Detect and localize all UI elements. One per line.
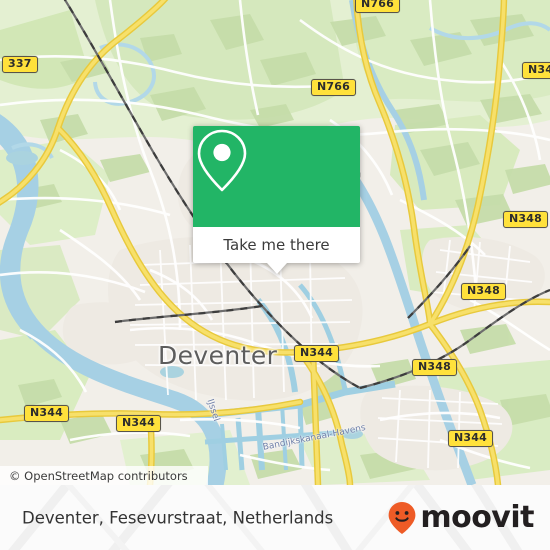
- route-shield-n344-c[interactable]: N344: [294, 345, 339, 362]
- route-shield-n348-se[interactable]: N348: [461, 283, 506, 300]
- take-me-there-label: Take me there: [223, 236, 330, 254]
- moovit-smile-pin-icon: [388, 501, 416, 534]
- route-shield-337[interactable]: 337: [2, 56, 38, 73]
- route-shield-n344-s[interactable]: N344: [116, 415, 161, 432]
- moovit-map-screen: Deventer IJssel Bandijkskanaal-Havens g …: [0, 0, 550, 550]
- route-shield-n348-e[interactable]: N348: [503, 211, 548, 228]
- popup-pointer-tail: [266, 263, 287, 274]
- route-shield-n348-s[interactable]: N348: [412, 359, 457, 376]
- footer-bar: Deventer, Fesevurstraat, Netherlands moo…: [0, 485, 550, 550]
- location-title: Deventer, Fesevurstraat, Netherlands: [22, 508, 334, 527]
- map-canvas[interactable]: Deventer IJssel Bandijkskanaal-Havens g …: [0, 0, 550, 485]
- location-popup-card[interactable]: Take me there: [193, 126, 360, 274]
- attribution-text: © OpenStreetMap contributors: [9, 468, 188, 483]
- route-shield-n344-w[interactable]: N344: [24, 405, 69, 422]
- location-pin-icon: [197, 129, 247, 192]
- moovit-logo[interactable]: moovit: [387, 501, 534, 535]
- map-attribution: © OpenStreetMap contributors: [0, 466, 208, 485]
- route-shield-n766-top[interactable]: N766: [355, 0, 400, 13]
- moovit-wordmark: moovit: [420, 499, 534, 535]
- route-shield-n766[interactable]: N766: [311, 79, 356, 96]
- route-shield-n348-sw[interactable]: N344: [448, 430, 493, 447]
- route-shield-n348-ne[interactable]: N348: [522, 62, 550, 79]
- popup-icon-area: [193, 126, 360, 227]
- popup-action-area[interactable]: Take me there: [193, 227, 360, 263]
